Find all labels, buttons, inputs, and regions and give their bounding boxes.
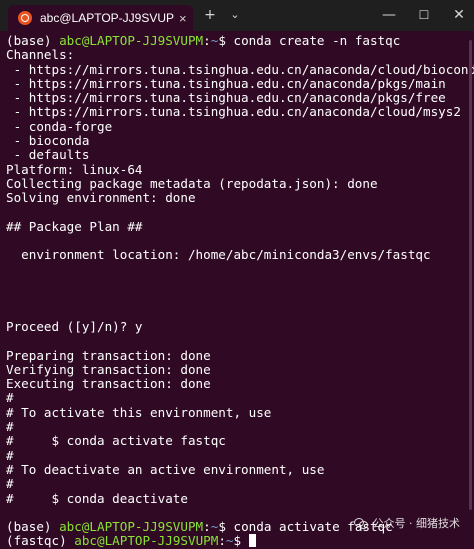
output-line: Platform: linux-64 [6,161,143,177]
output-line: Collecting package metadata (repodata.js… [6,175,378,191]
output-line: Proceed ([y]/n)? y [6,318,143,334]
output-line: - defaults [6,147,90,163]
output-line: - bioconda [6,133,90,149]
output-line: Preparing transaction: done [6,347,211,363]
prompt-symbol: $ [218,519,234,535]
output-line: - https://mirrors.tuna.tsinghua.edu.cn/a… [6,75,446,91]
scrollbar[interactable] [469,40,472,510]
prompt-colon: : [203,519,211,535]
tab-title: abc@LAPTOP-JJ9SVUPM: ~ [40,11,175,25]
command-output: Channels: - https://mirrors.tuna.tsinghu… [6,47,474,520]
command-text: conda create -n fastqc [233,33,401,48]
output-line: ## Package Plan ## [6,218,143,234]
watermark: 公众号 · 细猪技术 [353,515,461,531]
output-line: Executing transaction: done [6,376,211,392]
output-line: Verifying transaction: done [6,361,211,377]
output-line: # [6,419,14,435]
minimize-button[interactable]: — [375,4,403,26]
prompt-symbol: $ [218,33,234,48]
output-line: - https://mirrors.tuna.tsinghua.edu.cn/a… [6,61,474,77]
close-button[interactable]: ✕ [445,4,473,26]
output-line: # $ conda activate fastqc [6,433,226,449]
output-line: # To deactivate an active environment, u… [6,461,325,477]
terminal-tab[interactable]: abc@LAPTOP-JJ9SVUPM: ~ × [8,5,193,31]
maximize-button[interactable]: ☐ [410,4,438,26]
prompt-colon: : [203,33,211,48]
watermark-text: 公众号 · 细猪技术 [372,517,461,530]
output-line: - conda-forge [6,118,113,134]
ubuntu-icon [18,11,32,25]
output-line: Solving environment: done [6,190,196,206]
output-line: Channels: [6,47,75,63]
terminal-output[interactable]: (base) abc@LAPTOP-JJ9SVUPM:~$ conda crea… [6,33,474,549]
conda-env: (base) [6,519,60,535]
user-host: abc@LAPTOP-JJ9SVUPM [59,519,204,535]
output-line: - https://mirrors.tuna.tsinghua.edu.cn/a… [6,104,461,120]
prompt-line: (base) abc@LAPTOP-JJ9SVUPM:~$ conda crea… [6,33,474,48]
user-host: abc@LAPTOP-JJ9SVUPM [59,33,204,48]
title-bar: abc@LAPTOP-JJ9SVUPM: ~ × + ⌄ — ☐ ✕ [0,0,474,31]
output-line: # [6,447,14,463]
conda-env: (base) [6,33,60,48]
tab-close-icon[interactable]: × [179,11,187,26]
output-line: - https://mirrors.tuna.tsinghua.edu.cn/a… [6,90,446,106]
prompt-line-active: (fastqc) abc@LAPTOP-JJ9SVUPM:~$ [6,534,474,548]
output-line: # [6,390,14,406]
output-line: # $ conda deactivate [6,490,188,506]
output-line: # [6,476,14,492]
output-line: environment location: /home/abc/minicond… [6,247,431,263]
wechat-icon [353,517,368,529]
new-tab-button[interactable]: + [200,4,220,26]
output-line: # To activate this environment, use [6,404,272,420]
chevron-down-icon[interactable]: ⌄ [226,4,244,26]
